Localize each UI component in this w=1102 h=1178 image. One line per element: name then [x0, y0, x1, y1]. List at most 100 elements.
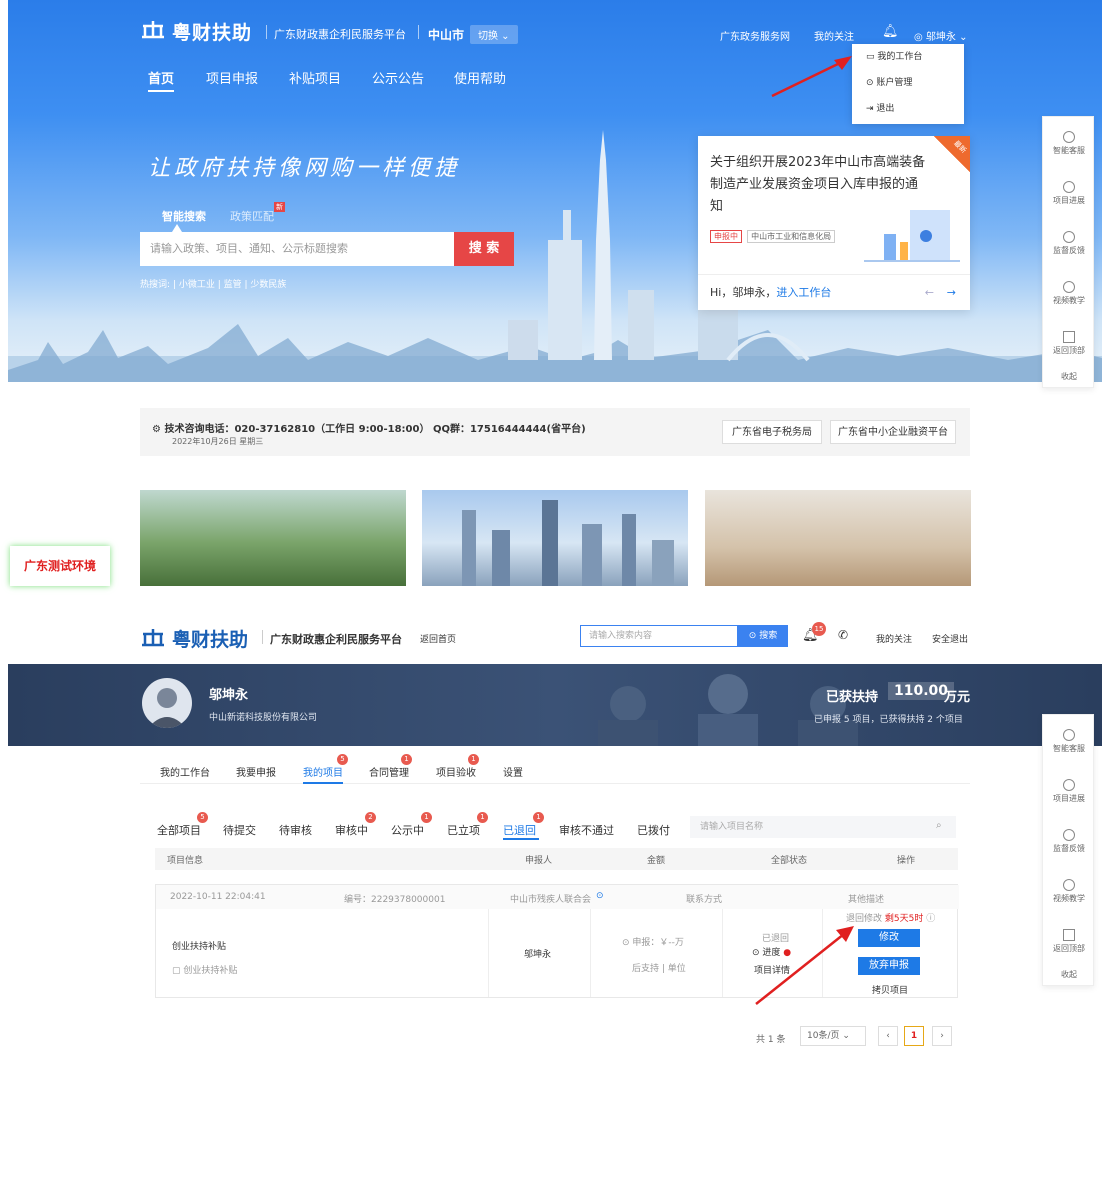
notice-card[interactable]: 关于组织开展2023年中山市高端装备制造产业发展资金项目入库申报的通知 最新 申…: [698, 136, 970, 310]
abandon-button[interactable]: 放弃申报: [858, 957, 920, 975]
logout-link[interactable]: 安全退出: [932, 632, 968, 645]
phone-icon[interactable]: ✆: [838, 628, 848, 642]
hero-search-input[interactable]: 请输入政策、项目、通知、公示标题搜索: [140, 232, 454, 266]
tab-acceptance[interactable]: 项目验收: [436, 764, 476, 779]
side-item-progress[interactable]: 项目进展: [1043, 779, 1095, 804]
status-tab-draft[interactable]: 待提交: [223, 822, 256, 838]
tab-contracts[interactable]: 合同管理: [369, 764, 409, 779]
bell-icon[interactable]: 🔔︎: [882, 24, 899, 39]
hot-word[interactable]: 少数民族: [250, 280, 286, 290]
farm-photo[interactable]: [140, 490, 406, 586]
status-tab-paid[interactable]: 已拨付: [637, 822, 670, 838]
row-contact[interactable]: 联系方式: [686, 892, 722, 905]
gov-service-link[interactable]: 广东政务服务网: [720, 28, 790, 43]
tab-smart-search[interactable]: 智能搜索: [162, 208, 206, 224]
city-buildings-image: [462, 500, 674, 586]
new-badge: 新: [274, 202, 285, 212]
logo-text[interactable]: 粤财扶助: [172, 625, 248, 652]
col-status: 全部状态: [771, 856, 808, 866]
edit-button[interactable]: 修改: [858, 929, 920, 947]
hero-search-button[interactable]: 搜 索: [454, 232, 514, 266]
tab-apply[interactable]: 我要申报: [236, 764, 276, 779]
logo-text[interactable]: 粤财扶助: [172, 18, 252, 45]
side-item-progress[interactable]: 项目进展: [1043, 181, 1095, 206]
status-tab-all[interactable]: 全部项目: [157, 822, 201, 838]
amount-sub: 后支持 | 单位: [632, 964, 686, 974]
tab-my-projects[interactable]: 我的项目: [303, 764, 343, 779]
project-search-input[interactable]: 请输入项目名称: [690, 816, 956, 838]
tax-bureau-button[interactable]: 广东省电子税务局: [722, 420, 822, 444]
menu-item-account[interactable]: ⊙ 账户管理: [852, 70, 964, 96]
menu-label: 账户管理: [876, 78, 913, 88]
status-tab-reviewing[interactable]: 审核中: [335, 822, 368, 838]
project-name[interactable]: 创业扶持补贴: [172, 939, 226, 952]
ribbon-label: 最新: [952, 139, 968, 155]
user-menu[interactable]: ◎ 邬坤永 ⌄: [914, 28, 967, 43]
divider: [266, 25, 267, 39]
status-tab-pending[interactable]: 待审核: [279, 822, 312, 838]
menu-item-logout[interactable]: ⇥ 退出: [852, 96, 964, 122]
side-label: 视频教学: [1053, 894, 1085, 903]
avatar[interactable]: [142, 678, 192, 728]
side-item-feedback[interactable]: 监督反馈: [1043, 231, 1095, 256]
side-item-top[interactable]: 返回顶部: [1043, 929, 1095, 954]
tab-workbench[interactable]: 我的工作台: [160, 764, 210, 779]
status-tab-rejected[interactable]: 审核不通过: [559, 822, 614, 838]
support-unit: 万元: [944, 690, 971, 705]
page-current[interactable]: 1: [904, 1026, 924, 1046]
city-switch-button[interactable]: 切换 ⌄: [470, 25, 518, 44]
phone-info: ⚙ 技术咨询电话：020-37162810（工作日 9:00-18:00） QQ…: [152, 424, 586, 435]
arrow-up-icon: [1063, 331, 1075, 343]
header-search-input[interactable]: 请输入搜索内容: [580, 625, 738, 647]
side-item-top[interactable]: 返回顶部: [1043, 331, 1095, 356]
my-follow-link[interactable]: 我的关注: [814, 28, 854, 43]
prev-page-button[interactable]: ‹: [878, 1026, 898, 1046]
tab-policy-match[interactable]: 政策匹配: [230, 208, 274, 224]
next-arrow-icon[interactable]: →: [947, 275, 956, 311]
tab-settings[interactable]: 设置: [503, 764, 523, 779]
hot-word[interactable]: 监管: [224, 280, 242, 290]
user-name: 邬坤永: [925, 32, 956, 43]
side-item-collapse[interactable]: 收起: [1043, 371, 1095, 382]
status-tab-returned[interactable]: 已退回: [503, 822, 536, 838]
hot-word[interactable]: 小微工业: [179, 280, 215, 290]
page-size-select[interactable]: 10条/页 ⌄: [800, 1026, 866, 1046]
side-item-service[interactable]: 智能客服: [1043, 729, 1095, 754]
divider: [488, 909, 489, 997]
status-tab-public[interactable]: 公示中: [391, 822, 424, 838]
info-icon[interactable]: ⊙: [596, 891, 604, 901]
nav-help[interactable]: 使用帮助: [454, 68, 506, 87]
table-header: 项目信息 申报人 金额 全部状态 操作: [155, 848, 958, 870]
side-item-collapse[interactable]: 收起: [1043, 969, 1095, 980]
side-item-feedback[interactable]: 监督反馈: [1043, 829, 1095, 854]
search-icon[interactable]: ⌕: [936, 820, 942, 831]
row-other[interactable]: 其他描述: [848, 892, 884, 905]
office-photo[interactable]: [705, 490, 971, 586]
nav-notice[interactable]: 公示公告: [372, 68, 424, 87]
header-search-button[interactable]: ⊙ 搜索: [738, 625, 788, 647]
nav-subsidy[interactable]: 补贴项目: [289, 68, 341, 87]
copy-project-link[interactable]: 拷贝项目: [872, 983, 908, 996]
city-photo[interactable]: [422, 490, 688, 586]
search-btn-label: 搜索: [759, 631, 778, 641]
prev-arrow-icon[interactable]: ←: [925, 275, 934, 311]
my-follow-link[interactable]: 我的关注: [876, 632, 912, 645]
menu-label: 我的工作台: [877, 52, 923, 62]
side-item-service[interactable]: 智能客服: [1043, 131, 1095, 156]
side-item-video[interactable]: 视频教学: [1043, 879, 1095, 904]
side-item-video[interactable]: 视频教学: [1043, 281, 1095, 306]
nav-home[interactable]: 首页: [148, 68, 174, 87]
enter-workbench-link[interactable]: 进入工作台: [776, 286, 831, 299]
finance-platform-button[interactable]: 广东省中小企业融资平台: [830, 420, 956, 444]
status-tab-approved[interactable]: 已立项: [447, 822, 480, 838]
next-page-button[interactable]: ›: [932, 1026, 952, 1046]
back-home-link[interactable]: 返回首页: [420, 632, 456, 645]
side-toolbar: 智能客服 项目进展 监督反馈 视频教学 返回顶部 收起: [1042, 714, 1094, 986]
amount-label: 申报：￥--万: [632, 938, 684, 948]
col-amount: 金额: [647, 856, 666, 866]
col-action: 操作: [897, 856, 916, 866]
switch-label: 切换: [478, 31, 498, 42]
menu-item-workbench[interactable]: ▭ 我的工作台: [852, 44, 964, 70]
side-label: 项目进展: [1053, 196, 1085, 205]
nav-apply[interactable]: 项目申报: [206, 68, 258, 87]
